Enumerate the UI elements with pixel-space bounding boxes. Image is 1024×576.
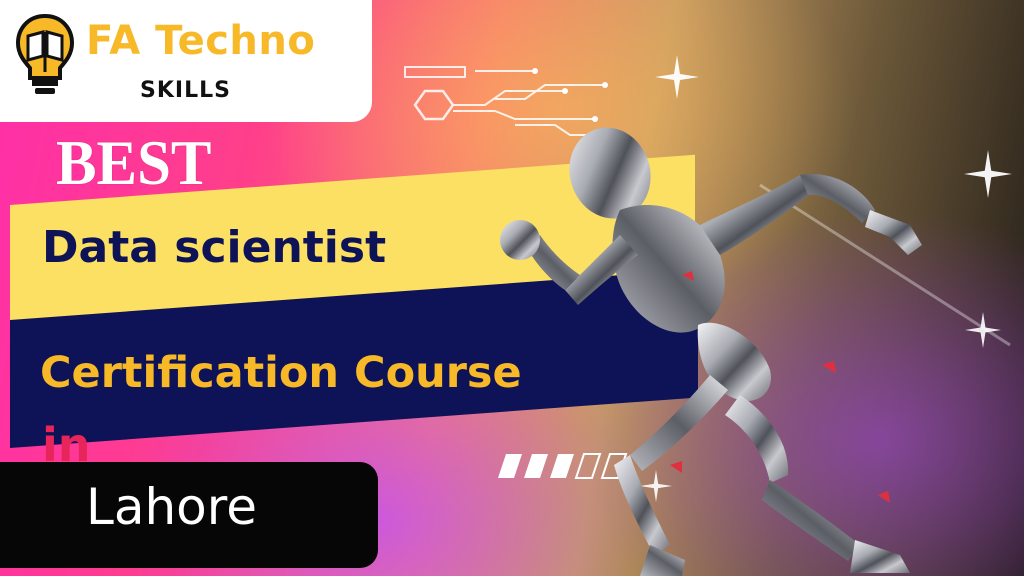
- best-label: BEST: [56, 127, 212, 198]
- running-robot-illustration: [500, 127, 1011, 576]
- headline-line-1: Data scientist: [42, 222, 387, 273]
- brand-name: FA Techno: [86, 18, 316, 64]
- brand-tagline: SKILLS: [140, 78, 231, 103]
- logo-panel: FA Techno SKILLS: [0, 0, 372, 122]
- headline-line-2: Certification Course: [40, 348, 522, 398]
- lightbulb-book-icon: [15, 13, 75, 94]
- sparkle-icon: [655, 55, 699, 99]
- location-text: Lahore: [86, 478, 257, 536]
